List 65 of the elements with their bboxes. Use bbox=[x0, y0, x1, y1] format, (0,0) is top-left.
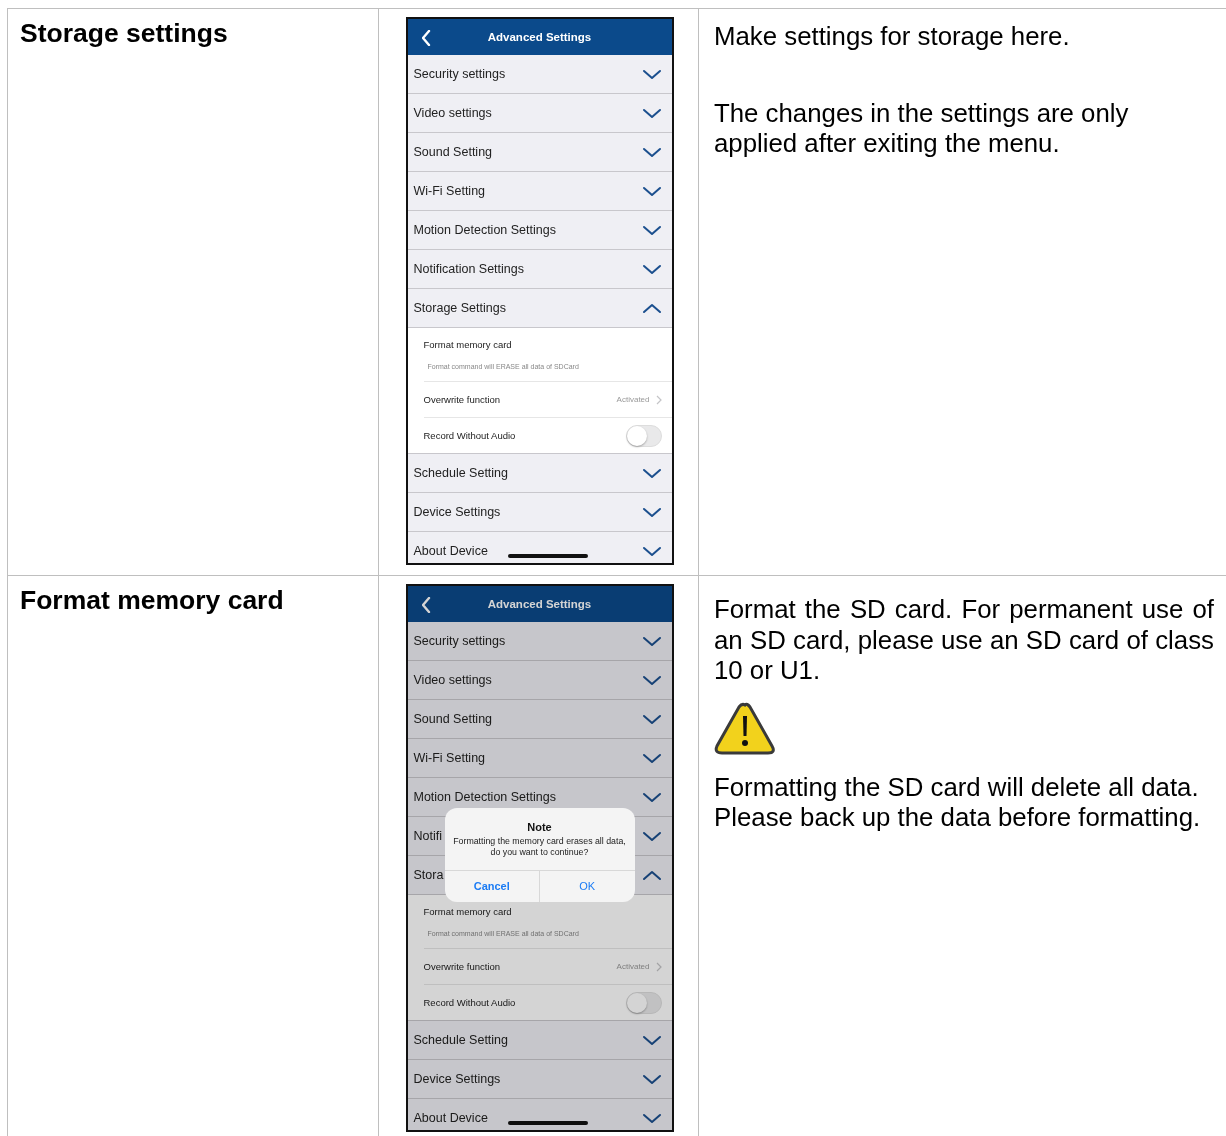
section-label[interactable]: Sound Setting bbox=[413, 145, 493, 159]
section-label[interactable]: Video settings bbox=[413, 673, 492, 687]
section-label[interactable]: Security settings bbox=[413, 634, 506, 648]
description-text: Make settings for storage here. bbox=[714, 21, 1071, 52]
setting-label[interactable]: Format memory card bbox=[423, 906, 512, 917]
chevron-down-icon[interactable] bbox=[641, 712, 662, 726]
dialog-title: Note bbox=[526, 821, 553, 833]
chevron-down-icon[interactable] bbox=[641, 106, 662, 120]
chevron-down-icon[interactable] bbox=[641, 145, 662, 159]
section-label[interactable]: Wi-Fi Setting bbox=[413, 751, 486, 765]
section-label[interactable]: Schedule Setting bbox=[413, 1033, 508, 1047]
setting-label[interactable]: Format memory card bbox=[423, 339, 512, 350]
setting-value: Activated bbox=[616, 395, 650, 404]
section-label[interactable]: Security settings bbox=[413, 67, 506, 81]
chevron-down-icon[interactable] bbox=[641, 67, 662, 81]
section-label[interactable]: Device Settings bbox=[413, 505, 501, 519]
back-icon[interactable] bbox=[421, 597, 431, 613]
chevron-down-icon[interactable] bbox=[641, 1072, 662, 1086]
section-label[interactable]: Wi-Fi Setting bbox=[413, 184, 486, 198]
section-label[interactable]: Video settings bbox=[413, 106, 492, 120]
header-title: Advanced Settings bbox=[486, 598, 593, 610]
setting-value: Activated bbox=[616, 962, 650, 971]
dialog-message: Formatting the memory card erases all data, do you want to continue? bbox=[452, 836, 627, 858]
setting-label[interactable]: Overwrite function bbox=[423, 961, 501, 972]
chevron-down-icon[interactable] bbox=[641, 505, 662, 519]
toggle-switch[interactable] bbox=[625, 991, 662, 1014]
back-icon[interactable] bbox=[421, 30, 431, 46]
section-label[interactable]: Motion Detection Settings bbox=[413, 790, 556, 804]
chevron-down-icon[interactable] bbox=[641, 184, 662, 198]
chevron-down-icon[interactable] bbox=[641, 223, 662, 237]
chevron-up-icon[interactable] bbox=[641, 868, 662, 882]
chevron-down-icon[interactable] bbox=[641, 466, 662, 480]
chevron-down-icon[interactable] bbox=[641, 790, 662, 804]
chevron-down-icon[interactable] bbox=[641, 1033, 662, 1047]
section-label[interactable]: About Device bbox=[413, 1111, 488, 1125]
chevron-down-icon[interactable] bbox=[641, 544, 662, 558]
description-text: Formatting the SD card will delete all data. Please back up the data before formatting. bbox=[714, 771, 1202, 833]
section-label[interactable]: Device Settings bbox=[413, 1072, 501, 1086]
header-title: Advanced Settings bbox=[486, 31, 593, 43]
section-label[interactable]: Sound Setting bbox=[413, 712, 493, 726]
chevron-down-icon[interactable] bbox=[641, 262, 662, 276]
chevron-down-icon[interactable] bbox=[641, 673, 662, 687]
setting-label[interactable]: Overwrite function bbox=[423, 394, 501, 405]
dialog-button[interactable]: OK bbox=[539, 870, 635, 902]
chevron-down-icon[interactable] bbox=[641, 634, 662, 648]
section-label[interactable]: Notification Settings bbox=[413, 262, 524, 276]
warning-icon bbox=[714, 701, 776, 756]
setting-label[interactable]: Record Without Audio bbox=[423, 997, 516, 1008]
section-label[interactable]: Stora bbox=[413, 868, 444, 882]
section-label[interactable]: Storage Settings bbox=[413, 301, 506, 315]
chevron-down-icon[interactable] bbox=[641, 751, 662, 765]
section-label[interactable]: Motion Detection Settings bbox=[413, 223, 556, 237]
section-label[interactable]: About Device bbox=[413, 544, 488, 558]
section-title: Storage settings bbox=[20, 18, 228, 48]
chevron-down-icon[interactable] bbox=[641, 1111, 662, 1125]
dialog-button[interactable]: Cancel bbox=[444, 870, 539, 902]
description-text: The changes in the settings are only applied after exiting the menu. bbox=[714, 97, 1130, 159]
chevron-down-icon[interactable] bbox=[641, 829, 662, 843]
section-label[interactable]: Notifi bbox=[413, 829, 442, 843]
setting-label[interactable]: Record Without Audio bbox=[423, 430, 516, 441]
section-label[interactable]: Schedule Setting bbox=[413, 466, 508, 480]
description-text: Format the SD card. For permanent use of an SD card, please use an SD card of class 10 or U1. bbox=[714, 594, 1214, 686]
toggle-switch[interactable] bbox=[625, 424, 662, 447]
section-title: Format memory card bbox=[20, 585, 284, 615]
chevron-up-icon[interactable] bbox=[641, 301, 662, 315]
